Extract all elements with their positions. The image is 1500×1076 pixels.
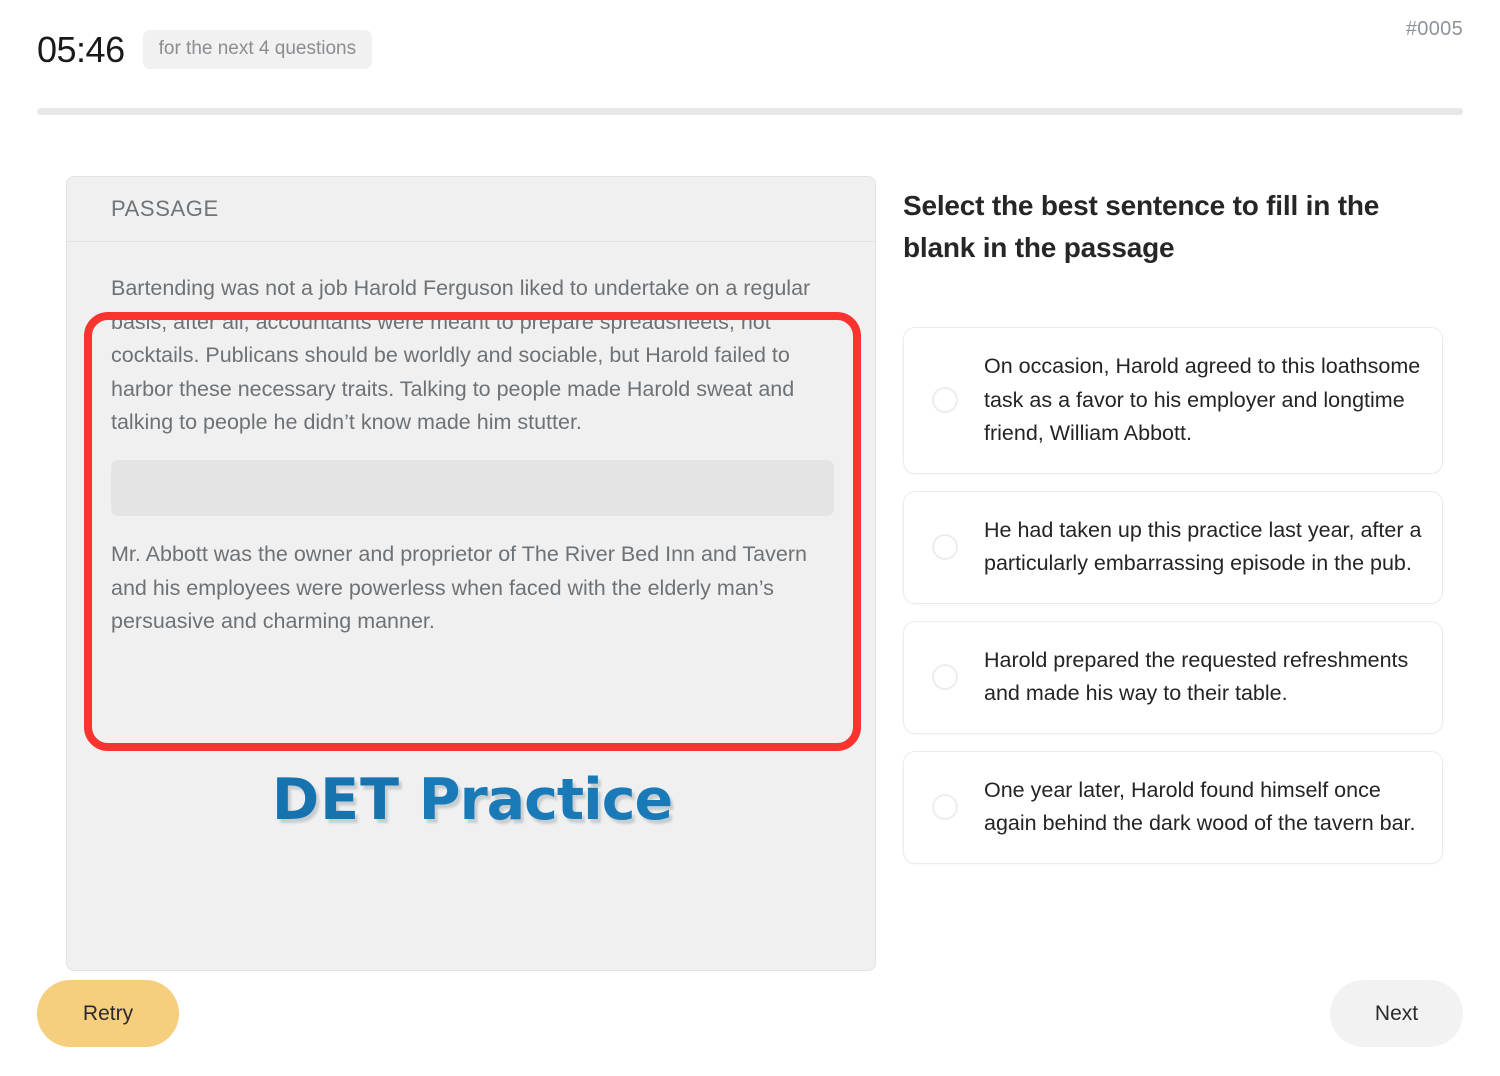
passage-paragraph-1: Bartending was not a job Harold Ferguson… xyxy=(111,276,811,435)
answer-option-label: He had taken up this practice last year,… xyxy=(984,517,1422,576)
passage-card-header: PASSAGE xyxy=(67,177,875,242)
passage-blank-slot xyxy=(111,459,834,516)
footer: Retry Next xyxy=(0,980,1500,1076)
timer-note-badge: for the next 4 questions xyxy=(142,30,373,69)
passage-label: PASSAGE xyxy=(111,196,219,221)
header: 05:46 for the next 4 questions #0005 xyxy=(0,0,1500,115)
question-panel: Select the best sentence to fill in the … xyxy=(903,176,1443,864)
passage-card: PASSAGE Bartending was not a job Harold … xyxy=(66,176,876,971)
brand-logo-text: DET Practice xyxy=(271,767,673,833)
brand-logo-det: DET xyxy=(271,767,400,833)
passage-paragraph-2: Mr. Abbott was the owner and proprietor … xyxy=(111,541,807,634)
radio-button-icon[interactable] xyxy=(932,387,958,414)
question-id: #0005 xyxy=(1405,18,1463,40)
answer-option-2[interactable]: He had taken up this practice last year,… xyxy=(903,490,1443,604)
answer-option-1[interactable]: On occasion, Harold agreed to this loath… xyxy=(903,327,1443,474)
timer-value: 05:46 xyxy=(37,28,125,70)
progress-bar xyxy=(37,108,1463,115)
answer-option-label: On occasion, Harold agreed to this loath… xyxy=(984,354,1421,445)
brand-logo: DET Practice xyxy=(67,767,877,833)
answer-option-label: Harold prepared the requested refreshmen… xyxy=(984,647,1409,706)
answer-option-label: One year later, Harold found himself onc… xyxy=(984,777,1416,836)
brand-logo-practice: Practice xyxy=(399,767,673,833)
passage-body: Bartending was not a job Harold Ferguson… xyxy=(67,242,875,751)
next-button[interactable]: Next xyxy=(1330,980,1463,1047)
retry-button[interactable]: Retry xyxy=(37,980,179,1047)
radio-button-icon[interactable] xyxy=(932,534,958,560)
question-title: Select the best sentence to fill in the … xyxy=(903,190,1380,263)
answer-options-list: On occasion, Harold agreed to this loath… xyxy=(903,327,1443,864)
answer-option-4[interactable]: One year later, Harold found himself onc… xyxy=(903,750,1443,864)
answer-option-3[interactable]: Harold prepared the requested refreshmen… xyxy=(903,620,1443,734)
det-practice-app: 05:46 for the next 4 questions #0005 PAS… xyxy=(0,0,1500,1076)
radio-button-icon[interactable] xyxy=(932,664,958,690)
timer-group: 05:46 for the next 4 questions xyxy=(37,28,373,70)
radio-button-icon[interactable] xyxy=(932,794,958,820)
